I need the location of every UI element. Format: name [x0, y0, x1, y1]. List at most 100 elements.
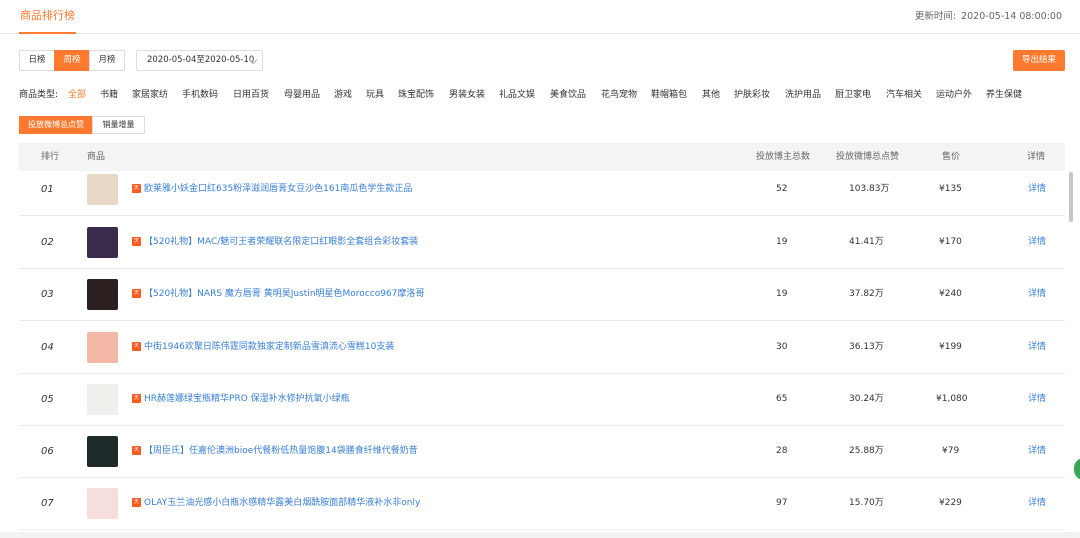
product-name-link[interactable]: HR赫莲娜绿宝瓶精华PRO 保湿补水修护抗氧小绿瓶: [144, 373, 350, 426]
detail-link[interactable]: 详情: [1028, 477, 1046, 530]
table-row: 01 天猫 欧莱雅小妖金口红635粉泽滋润唇膏女豆沙色161南瓜色学生款正品 5…: [19, 163, 1065, 216]
category-item[interactable]: 礼品文娱: [499, 88, 535, 102]
range-toggle: 日榜 周榜 月榜: [19, 50, 125, 71]
category-item[interactable]: 游戏: [334, 88, 352, 102]
tmall-badge-icon: 天猫: [132, 446, 141, 462]
category-item[interactable]: 美食饮品: [550, 88, 586, 102]
update-time: 更新时间: 2020-05-14 08:00:00: [913, 0, 1062, 34]
product-thumbnail[interactable]: [87, 436, 118, 467]
price-value: ¥79: [942, 446, 960, 456]
rank-value: 04: [41, 342, 54, 353]
table-row: 07 天猫 OLAY玉兰油光感小白瓶水感精华露美白烟酰胺面部精华液补水非only…: [19, 477, 1065, 530]
price-value: ¥1,080: [936, 394, 968, 404]
product-thumbnail[interactable]: [87, 174, 118, 205]
likes-value: 30.24万: [849, 394, 884, 404]
category-item[interactable]: 运动户外: [936, 88, 972, 102]
category-item[interactable]: 手机数码: [182, 88, 218, 102]
rank-value: 06: [41, 446, 54, 457]
category-item[interactable]: 玩具: [366, 88, 384, 102]
top-header: 商品排行榜 更新时间: 2020-05-14 08:00:00: [0, 0, 1080, 34]
category-item[interactable]: 汽车相关: [886, 88, 922, 102]
category-item[interactable]: 鞋帽箱包: [651, 88, 687, 102]
tmall-badge-icon: 天猫: [132, 184, 141, 200]
likes-value: 36.13万: [849, 342, 884, 352]
metric-sales-button[interactable]: 销量增量: [92, 116, 145, 134]
tmall-badge-icon: 天猫: [132, 289, 141, 305]
product-thumbnail[interactable]: [87, 279, 118, 310]
rank-value: 02: [41, 237, 54, 248]
tmall-badge-icon: 天猫: [132, 342, 141, 358]
detail-link[interactable]: 详情: [1028, 425, 1046, 478]
product-thumbnail[interactable]: [87, 384, 118, 415]
rank-value: 03: [41, 289, 54, 300]
date-range-select[interactable]: 2020-05-04至2020-05-10: [136, 50, 263, 71]
price-value: ¥229: [939, 498, 962, 508]
category-item[interactable]: 书籍: [100, 88, 118, 102]
detail-link[interactable]: 详情: [1028, 268, 1046, 321]
category-item[interactable]: 其他: [702, 88, 720, 102]
category-item[interactable]: 厨卫家电: [835, 88, 871, 102]
category-item[interactable]: 珠宝配饰: [398, 88, 434, 102]
price-value: ¥199: [939, 342, 962, 352]
tmall-badge-icon: 天猫: [132, 498, 141, 514]
bloggers-value: 52: [776, 184, 788, 194]
bloggers-value: 28: [776, 446, 788, 456]
table-row: 02 天猫 【520礼物】MAC/魅可王者荣耀联名限定口红眼影全套组合彩妆套装 …: [19, 216, 1065, 269]
tmall-badge-icon: 天猫: [132, 237, 141, 253]
price-value: ¥240: [939, 289, 962, 299]
product-name-link[interactable]: 【周臣氏】任嘉伦澳洲bioe代餐粉低热量饱腹14袋膳食纤维代餐奶昔: [144, 425, 418, 478]
category-item[interactable]: 家居家纺: [132, 88, 168, 102]
export-button[interactable]: 导出结果: [1013, 50, 1065, 71]
detail-link[interactable]: 详情: [1028, 216, 1046, 269]
category-item[interactable]: 全部: [68, 88, 86, 102]
likes-value: 41.41万: [849, 237, 884, 247]
product-name-link[interactable]: 【520礼物】MAC/魅可王者荣耀联名限定口红眼影全套组合彩妆套装: [144, 216, 418, 269]
update-time-label: 更新时间:: [914, 11, 957, 22]
price-value: ¥135: [939, 184, 962, 194]
category-item[interactable]: 洗护用品: [785, 88, 821, 102]
bloggers-value: 65: [776, 394, 788, 404]
date-range-value: 2020-05-04至2020-05-10: [147, 55, 255, 65]
table-row: 05 天猫 HR赫莲娜绿宝瓶精华PRO 保湿补水修护抗氧小绿瓶 65 30.24…: [19, 373, 1065, 426]
rank-value: 07: [41, 498, 54, 509]
likes-value: 15.70万: [849, 498, 884, 508]
category-item[interactable]: 花鸟宠物: [601, 88, 637, 102]
product-name-link[interactable]: 【520礼物】NARS 魔方唇膏 黄明昊Justin明星色Morocco967摩…: [144, 268, 424, 321]
category-label: 商品类型:: [19, 90, 59, 100]
range-weekly-button[interactable]: 周榜: [54, 50, 90, 71]
range-monthly-button[interactable]: 月榜: [89, 50, 125, 71]
product-name-link[interactable]: 欧莱雅小妖金口红635粉泽滋润唇膏女豆沙色161南瓜色学生款正品: [144, 163, 412, 216]
table-row: 04 天猫 中街1946欢聚日陈伟霆同款独家定制新品雪滇流心雪糕10支装 30 …: [19, 321, 1065, 374]
detail-link[interactable]: 详情: [1028, 373, 1046, 426]
detail-link[interactable]: 详情: [1028, 321, 1046, 374]
tmall-badge-icon: 天猫: [132, 394, 141, 410]
category-item[interactable]: 男装女装: [449, 88, 485, 102]
product-thumbnail[interactable]: [87, 227, 118, 258]
product-thumbnail[interactable]: [87, 332, 118, 363]
category-item[interactable]: 养生保健: [986, 88, 1022, 102]
rank-value: 01: [41, 184, 54, 195]
detail-link[interactable]: 详情: [1028, 163, 1046, 216]
product-name-link[interactable]: OLAY玉兰油光感小白瓶水感精华露美白烟酰胺面部精华液补水非only: [144, 477, 420, 530]
likes-value: 103.83万: [849, 184, 890, 194]
tab-product-ranking[interactable]: 商品排行榜: [19, 0, 76, 34]
category-item[interactable]: 母婴用品: [284, 88, 320, 102]
likes-value: 37.82万: [849, 289, 884, 299]
bloggers-value: 30: [776, 342, 788, 352]
product-thumbnail[interactable]: [87, 488, 118, 519]
metric-likes-button[interactable]: 投放微博总点赞: [19, 116, 93, 134]
product-name-link[interactable]: 中街1946欢聚日陈伟霆同款独家定制新品雪滇流心雪糕10支装: [144, 321, 394, 374]
range-daily-button[interactable]: 日榜: [19, 50, 55, 71]
category-item[interactable]: 日用百货: [233, 88, 269, 102]
bloggers-value: 19: [776, 289, 788, 299]
likes-value: 25.88万: [849, 446, 884, 456]
rank-value: 05: [41, 394, 54, 405]
price-value: ¥170: [939, 237, 962, 247]
bloggers-value: 97: [776, 498, 788, 508]
table-row: 03 天猫 【520礼物】NARS 魔方唇膏 黄明昊Justin明星色Moroc…: [19, 268, 1065, 321]
table-scrollbar[interactable]: [1069, 172, 1073, 222]
bloggers-value: 19: [776, 237, 788, 247]
table-row: 06 天猫 【周臣氏】任嘉伦澳洲bioe代餐粉低热量饱腹14袋膳食纤维代餐奶昔 …: [19, 425, 1065, 478]
ranking-panel: 商品排行榜 更新时间: 2020-05-14 08:00:00 日榜 周榜 月榜…: [0, 0, 1080, 532]
category-item[interactable]: 护肤彩妆: [734, 88, 770, 102]
